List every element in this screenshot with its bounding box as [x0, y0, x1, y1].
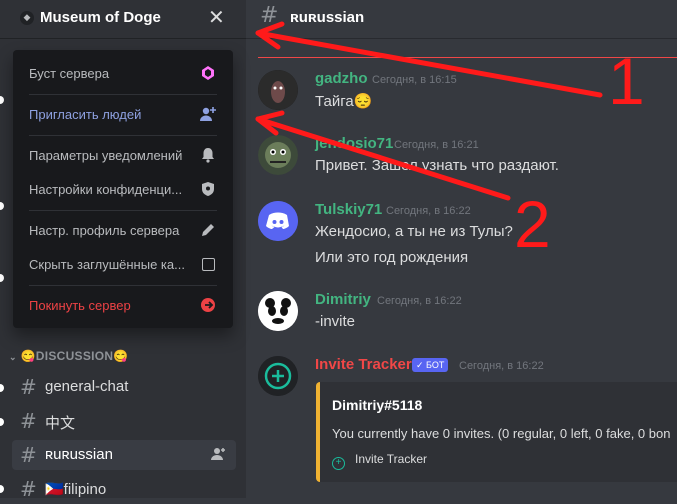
- bot-embed: Dimitriy#5118 You currently have 0 invit…: [316, 382, 677, 482]
- channel-name: 中文: [45, 415, 76, 432]
- channel-title: ʀuʀussian: [290, 9, 365, 26]
- channel-name: general-chat: [45, 378, 129, 395]
- new-messages-divider: [258, 57, 677, 58]
- invite-person-icon[interactable]: [210, 446, 226, 466]
- leave-icon: [199, 296, 217, 314]
- arrow-2-head: [255, 110, 285, 136]
- message-author[interactable]: Tulskiy71: [315, 201, 382, 218]
- server-boost-icon: ◆: [20, 11, 34, 25]
- menu-item-label: Параметры уведомлений: [29, 147, 183, 163]
- menu-item-label: Скрыть заглушённые ка...: [29, 256, 185, 272]
- message-timestamp: Сегодня, в 16:22: [386, 205, 471, 217]
- arrow-1-label: 1: [608, 44, 645, 118]
- avatar[interactable]: [258, 291, 298, 331]
- channel-russian[interactable]: # ʀuʀussian: [12, 440, 236, 470]
- channel-category[interactable]: ⌄ 😋DISCUSSION😋: [9, 349, 129, 363]
- server-dropdown-menu: Буст сервера Пригласить людей Параметры …: [13, 50, 233, 328]
- menu-item-label: Буст сервера: [29, 65, 110, 81]
- hash-icon: #: [20, 409, 37, 433]
- close-menu-button[interactable]: ✕: [208, 5, 225, 29]
- arrow-2-label: 2: [514, 187, 551, 261]
- message-author[interactable]: jendosio71: [315, 135, 393, 152]
- embed-title: Dimitriy#5118: [332, 397, 423, 413]
- embed-footer: + Invite Tracker: [332, 452, 427, 470]
- message-author[interactable]: Invite Tracker: [315, 356, 412, 373]
- embed-description: You currently have 0 invites. (0 regular…: [332, 426, 671, 441]
- avatar[interactable]: [258, 356, 298, 396]
- shield-icon: [199, 180, 217, 198]
- server-name[interactable]: Museum of Doge: [40, 9, 161, 26]
- unread-indicator: [0, 202, 4, 210]
- menu-item-server-boost[interactable]: Буст сервера: [21, 58, 225, 88]
- channel-sidebar: ◆ Museum of Doge ✕ ⌄ 😋DISCUSSION😋 # gene…: [0, 0, 246, 501]
- message-text: Жендосио, а ты не из Тулы?: [315, 223, 513, 240]
- avatar[interactable]: [258, 201, 298, 241]
- menu-item-privacy-settings[interactable]: Настройки конфиденци...: [21, 174, 225, 204]
- menu-item-label: Покинуть сервер: [29, 297, 131, 313]
- menu-item-leave-server[interactable]: Покинуть сервер: [21, 290, 225, 320]
- hash-icon: #: [260, 3, 279, 28]
- message-author[interactable]: Dimitriy: [315, 291, 371, 308]
- checkbox-icon[interactable]: [199, 255, 217, 273]
- message-timestamp: Сегодня, в 16:21: [394, 139, 479, 151]
- embed-footer-text: Invite Tracker: [355, 452, 428, 466]
- menu-item-label: Настройки конфиденци...: [29, 181, 183, 197]
- channel-filipino[interactable]: # 🇵🇭filipino: [12, 474, 236, 504]
- unread-indicator: [0, 418, 4, 426]
- message-text: Привет. Зашел узнать что раздают.: [315, 157, 559, 174]
- boost-gem-icon: [199, 64, 217, 82]
- menu-item-label: Пригласить людей: [29, 106, 142, 122]
- message-text: -invite: [315, 313, 356, 330]
- menu-item-edit-server-profile[interactable]: Настр. профиль сервера: [21, 215, 225, 245]
- message-timestamp: Сегодня, в 16:22: [377, 295, 462, 307]
- unread-indicator: [0, 384, 4, 392]
- channel-general-chat[interactable]: # general-chat: [12, 372, 236, 402]
- unread-indicator: [0, 485, 4, 493]
- add-person-icon: [199, 105, 217, 123]
- channel-header: # ʀuʀussian: [246, 0, 677, 38]
- message-timestamp: Сегодня, в 16:22: [459, 360, 544, 372]
- chevron-down-icon: ⌄: [9, 352, 17, 362]
- unread-indicator: [0, 274, 4, 282]
- channel-name: ʀuʀussian: [45, 446, 113, 463]
- message-timestamp: Сегодня, в 16:15: [372, 74, 457, 86]
- pencil-icon: [199, 221, 217, 239]
- bot-badge: ✓ БОТ: [412, 358, 449, 372]
- category-label: 😋DISCUSSION😋: [20, 349, 129, 363]
- channel-chinese[interactable]: # 中文: [12, 406, 236, 436]
- avatar[interactable]: [258, 70, 298, 110]
- server-header[interactable]: ◆ Museum of Doge ✕: [0, 0, 246, 38]
- menu-item-hide-muted-channels[interactable]: Скрыть заглушённые ка...: [21, 249, 225, 279]
- menu-item-invite-people[interactable]: Пригласить людей: [21, 99, 225, 129]
- menu-item-label: Настр. профиль сервера: [29, 222, 180, 238]
- menu-item-notification-settings[interactable]: Параметры уведомлений: [21, 140, 225, 170]
- unread-indicator: [0, 96, 4, 104]
- hash-icon: #: [20, 375, 37, 399]
- hash-icon: #: [20, 477, 37, 501]
- invite-tracker-icon: +: [332, 457, 345, 470]
- message-author[interactable]: gadzho: [315, 70, 368, 87]
- message-text: Или это год рождения: [315, 249, 469, 266]
- bell-icon: [199, 146, 217, 164]
- message-text: Тайга😔: [315, 93, 373, 110]
- channel-name: 🇵🇭filipino: [45, 481, 107, 498]
- hash-icon: #: [20, 443, 37, 467]
- avatar[interactable]: [258, 135, 298, 175]
